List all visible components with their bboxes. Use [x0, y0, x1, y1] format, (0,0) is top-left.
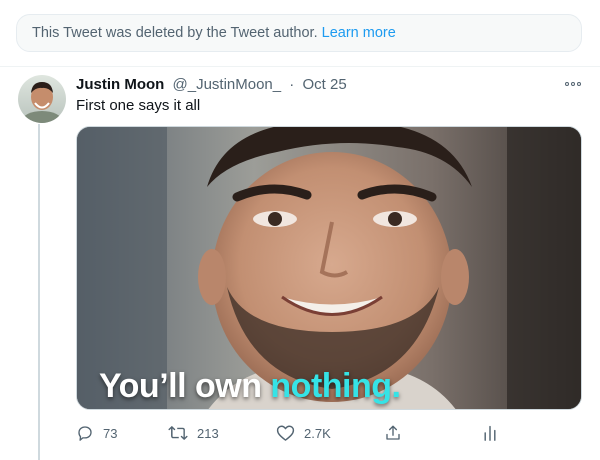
tweet-header: Justin Moon @_JustinMoon_ · Oct 25 — [76, 76, 347, 93]
tweet-date[interactable]: Oct 25 — [302, 76, 346, 93]
avatar[interactable] — [18, 75, 66, 123]
thread-line — [38, 124, 40, 460]
divider — [0, 66, 600, 67]
tweet-text: First one says it all — [76, 97, 201, 114]
tweet-media[interactable]: You’ll own nothing. — [76, 126, 582, 410]
reply-button[interactable]: 73 — [76, 420, 117, 446]
author-name[interactable]: Justin Moon — [76, 76, 164, 93]
tweet-actions: 73 213 2.7K — [76, 420, 516, 446]
like-count: 2.7K — [304, 425, 331, 441]
avatar-image — [18, 75, 66, 123]
author-handle[interactable]: @_JustinMoon_ — [173, 76, 282, 93]
reply-count: 73 — [103, 425, 118, 441]
like-button[interactable]: 2.7K — [276, 420, 331, 446]
retweet-count: 213 — [197, 425, 219, 441]
reply-icon — [76, 424, 94, 442]
retweet-icon — [168, 424, 188, 442]
media-caption: You’ll own nothing. — [99, 367, 401, 406]
retweet-button[interactable]: 213 — [168, 420, 219, 446]
caption-part1: You’ll own — [99, 367, 271, 405]
like-icon — [276, 424, 295, 442]
deleted-tweet-notice: This Tweet was deleted by the Tweet auth… — [16, 14, 582, 52]
analytics-icon — [482, 424, 498, 442]
more-icon[interactable] — [564, 78, 582, 90]
caption-part2: nothing. — [270, 367, 401, 405]
analytics-button[interactable] — [482, 420, 498, 446]
deleted-notice-text: This Tweet was deleted by the Tweet auth… — [32, 25, 318, 41]
separator-dot: · — [289, 76, 295, 93]
learn-more-link[interactable]: Learn more — [322, 25, 396, 41]
share-icon — [384, 424, 402, 442]
share-button[interactable] — [384, 420, 402, 446]
